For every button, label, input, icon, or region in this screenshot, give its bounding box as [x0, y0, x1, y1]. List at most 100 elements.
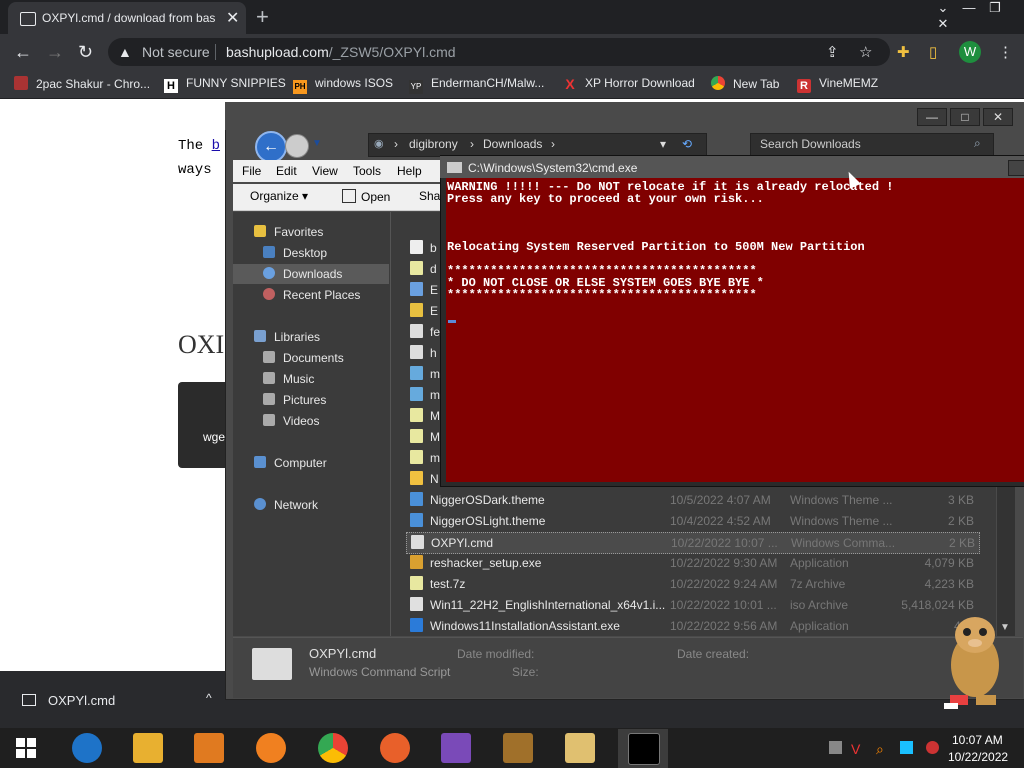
- menu-view[interactable]: View: [312, 164, 338, 178]
- side-panel-icon[interactable]: ▯: [929, 43, 937, 61]
- clock-time[interactable]: 10:07 AM: [952, 733, 1003, 747]
- uc-browser-icon[interactable]: [256, 733, 286, 763]
- file-row-partial[interactable]: N: [410, 469, 440, 489]
- back-arrow-icon[interactable]: ←: [255, 131, 287, 163]
- refresh-icon[interactable]: ⟲: [682, 137, 692, 151]
- bookmark-new-tab[interactable]: New Tab: [711, 76, 779, 91]
- share-button[interactable]: Sha: [419, 189, 440, 203]
- reload-icon[interactable]: ↻: [78, 42, 93, 63]
- minimize-button[interactable]: —: [956, 0, 982, 15]
- menu-tools[interactable]: Tools: [353, 164, 381, 178]
- search-icon[interactable]: ⌕: [974, 136, 981, 151]
- file-row-partial[interactable]: m: [410, 385, 440, 405]
- nav-videos[interactable]: Videos: [263, 414, 319, 428]
- bookmark-2pac[interactable]: 2pac Shakur - Chro...: [14, 76, 150, 91]
- breadcrumb-digibrony[interactable]: digibrony: [409, 137, 458, 151]
- firefox-icon[interactable]: [380, 733, 410, 763]
- chevron-up-icon[interactable]: ^: [206, 691, 212, 705]
- nav-downloads[interactable]: Downloads: [263, 267, 342, 281]
- url-text[interactable]: bashupload.com/_ZSW5/OXPYl.cmd: [226, 44, 456, 60]
- media-player-icon[interactable]: [194, 733, 224, 763]
- file-row-partial[interactable]: m: [410, 448, 440, 468]
- tray-record-icon[interactable]: [926, 741, 939, 754]
- not-secure-label[interactable]: Not secure: [142, 44, 210, 60]
- restore-button[interactable]: ❐: [982, 0, 1008, 16]
- file-row-partial[interactable]: M: [410, 406, 440, 426]
- file-row[interactable]: OXPYl.cmd 10/22/2022 10:07 ... Windows Com…: [406, 532, 980, 554]
- organize-button[interactable]: Organize ▾: [250, 189, 308, 203]
- address-dropdown-icon[interactable]: ▾: [660, 137, 666, 151]
- nav-recent-places[interactable]: Recent Places: [263, 288, 360, 302]
- bookmark-vinememz[interactable]: R VineMEMZ: [797, 76, 878, 93]
- nav-computer[interactable]: Computer: [254, 456, 327, 470]
- file-row-partial[interactable]: m: [410, 364, 440, 384]
- menu-help[interactable]: Help: [397, 164, 422, 178]
- share-icon[interactable]: ⇪: [826, 43, 839, 61]
- warning-triangle-icon[interactable]: ▲: [118, 44, 132, 60]
- open-button[interactable]: Open: [342, 189, 390, 204]
- close-button[interactable]: ✕: [930, 16, 956, 32]
- bookmark-endermanch[interactable]: YP EndermanCH/Malw...: [409, 76, 544, 94]
- menu-kebab-icon[interactable]: ⋮: [998, 43, 1013, 61]
- menu-edit[interactable]: Edit: [276, 164, 297, 178]
- file-row-partial[interactable]: b: [410, 238, 440, 258]
- bookmark-windows-isos[interactable]: PH windows ISOS: [293, 76, 393, 94]
- history-dropdown-icon[interactable]: ▼: [312, 138, 322, 149]
- file-row[interactable]: test.7z 10/22/2022 9:24 AM 7z Archive 4,223…: [406, 574, 978, 594]
- nav-documents[interactable]: Documents: [263, 351, 344, 365]
- tray-display-icon[interactable]: [900, 741, 913, 754]
- start-icon[interactable]: [16, 738, 36, 758]
- bookmark-funny-snippies[interactable]: H FUNNY SNIPPIES: [164, 76, 286, 93]
- tray-shield-icon[interactable]: V: [851, 741, 864, 757]
- file-row-partial[interactable]: fe: [410, 322, 440, 342]
- file-row[interactable]: NiggerOSDark.theme 10/5/2022 4:07 AM Windo…: [406, 490, 978, 510]
- file-row-partial[interactable]: h: [410, 343, 440, 363]
- tray-network-icon[interactable]: [829, 741, 842, 754]
- download-item-name[interactable]: OXPYl.cmd: [48, 693, 115, 708]
- file-row[interactable]: NiggerOSLight.theme 10/4/2022 4:52 AM Wind…: [406, 511, 978, 531]
- bookmark-star-icon[interactable]: ☆: [859, 43, 872, 61]
- file-explorer-icon[interactable]: [133, 733, 163, 763]
- file-row[interactable]: Windows11InstallationAssistant.exe 10/22/…: [406, 616, 978, 636]
- nav-desktop[interactable]: Desktop: [263, 246, 327, 260]
- bonzi-mascot-icon[interactable]: [940, 605, 1010, 715]
- file-row-partial[interactable]: d: [410, 259, 440, 279]
- explorer-minimize-button[interactable]: —: [917, 108, 947, 126]
- extensions-puzzle-icon[interactable]: ✚: [897, 43, 910, 61]
- back-arrow-icon[interactable]: ←: [14, 42, 32, 63]
- breadcrumb-downloads[interactable]: Downloads: [483, 137, 542, 151]
- menu-file[interactable]: File: [242, 164, 261, 178]
- console-output[interactable]: [446, 178, 1024, 482]
- profile-avatar[interactable]: W: [959, 41, 981, 63]
- tab-search-icon[interactable]: ⌄: [930, 0, 956, 16]
- forward-arrow-icon[interactable]: [285, 134, 309, 158]
- tab-close-icon[interactable]: ✕: [226, 8, 239, 28]
- archive-icon[interactable]: [565, 733, 595, 763]
- bonzibuddy-icon[interactable]: [503, 733, 533, 763]
- forward-arrow-icon[interactable]: →: [46, 42, 64, 63]
- clock-date[interactable]: 10/22/2022: [948, 750, 1008, 764]
- file-row-partial[interactable]: E: [410, 280, 440, 300]
- visual-studio-icon[interactable]: [441, 733, 471, 763]
- cmd-icon[interactable]: [628, 733, 660, 765]
- file-row[interactable]: reshacker_setup.exe 10/22/2022 9:30 AM App…: [406, 553, 978, 573]
- chrome-icon[interactable]: [318, 733, 348, 763]
- new-tab-button[interactable]: +: [256, 4, 269, 30]
- explorer-maximize-button[interactable]: □: [950, 108, 980, 126]
- nav-network[interactable]: Network: [254, 498, 318, 512]
- browser-tab[interactable]: OXPYl.cmd / download from bas ✕: [8, 2, 246, 34]
- page-link[interactable]: b: [212, 138, 220, 154]
- file-row-partial[interactable]: M: [410, 427, 440, 447]
- nav-music[interactable]: Music: [263, 372, 314, 386]
- explorer-close-button[interactable]: ✕: [983, 108, 1013, 126]
- internet-explorer-icon[interactable]: [72, 733, 102, 763]
- file-row[interactable]: Win11_22H2_EnglishInternational_x64v1.i.…: [406, 595, 978, 615]
- tray-search-icon[interactable]: ⌕: [876, 741, 889, 757]
- nav-favorites[interactable]: Favorites: [254, 225, 323, 239]
- nav-libraries[interactable]: Libraries: [254, 330, 320, 344]
- bookmark-xp-horror[interactable]: X XP Horror Download: [563, 76, 695, 91]
- file-date: 10/5/2022 4:07 AM: [670, 493, 771, 507]
- cmd-minimize-button[interactable]: [1008, 160, 1024, 176]
- file-row-partial[interactable]: E: [410, 301, 440, 321]
- nav-pictures[interactable]: Pictures: [263, 393, 326, 407]
